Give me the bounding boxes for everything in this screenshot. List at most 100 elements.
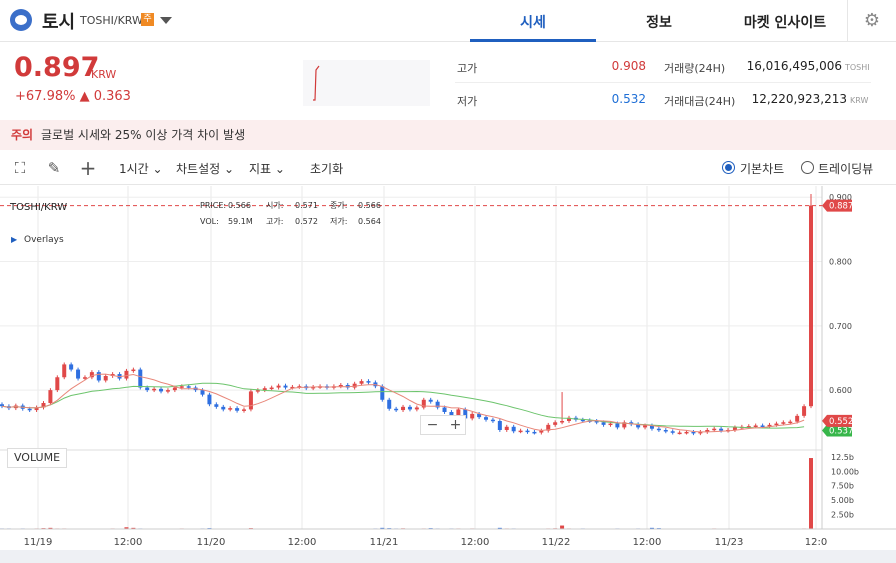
active-tab-indicator — [470, 39, 596, 42]
candle-body — [615, 423, 620, 428]
candle-body — [221, 406, 226, 410]
price-chart[interactable]: 11/19 12:00 11/20 12:00 11/21 12:00 11/22 12:00… — [0, 186, 896, 550]
gear-icon[interactable]: ⚙ — [847, 0, 896, 42]
amount-value: 12,220,923,213 — [751, 92, 847, 106]
tradingview-label[interactable]: 트레이딩뷰 — [818, 160, 873, 177]
candle-body — [269, 387, 274, 390]
candle-body — [684, 431, 689, 434]
amount-unit: KRW — [850, 96, 869, 105]
overlays-toggle[interactable]: Overlays — [24, 235, 64, 245]
candle-body — [242, 409, 247, 411]
candle-body — [27, 408, 32, 411]
candle-body — [677, 432, 682, 435]
warning-title: 주의 — [11, 128, 34, 142]
candle-body — [656, 428, 661, 431]
x-tick-label: 12:00 — [114, 537, 143, 548]
indicators-dropdown[interactable]: 지표 ⌄ — [249, 160, 285, 177]
volume-bar — [809, 458, 813, 529]
tradingview-radio[interactable] — [801, 161, 814, 174]
warning-banner: 주의 글로벌 시세와 25% 이상 가격 차이 발생 — [0, 120, 896, 150]
vol-label: VOL: — [200, 217, 219, 226]
chevron-down-icon: ⌄ — [274, 162, 285, 176]
candle-body — [200, 390, 205, 395]
candle-body — [670, 431, 675, 433]
pair-label: TOSHI/KRW — [80, 14, 143, 27]
chart-axes: 11/19 12:00 11/20 12:00 11/21 12:00 11/22 12:00… — [0, 186, 896, 548]
chevron-down-icon: ⌄ — [152, 162, 163, 176]
candle-body — [124, 370, 129, 379]
chart-toolbar: ⛶ ✎ + 1시간 ⌄ 차트설정 ⌄ 지표 ⌄ 초기화 기본차트 트레이딩뷰 — [0, 151, 896, 185]
price-unit: KRW — [91, 68, 117, 81]
close-label: 종가: — [330, 201, 347, 210]
y-tick-label: 0.700 — [829, 322, 852, 331]
coin-dropdown-icon[interactable] — [160, 17, 172, 24]
ma-fast-line — [1, 373, 805, 433]
amount-label: 거래대금(24H) — [664, 95, 736, 108]
candle-body — [407, 406, 412, 410]
candle-body — [179, 386, 184, 388]
low-label: 저가 — [457, 95, 478, 108]
ma-slow-tag: 0.5373 — [829, 426, 859, 436]
candle-body — [518, 430, 523, 433]
chevron-down-icon: ⌄ — [224, 162, 235, 176]
candle-body — [48, 390, 53, 403]
candle-body — [207, 394, 212, 405]
candle-body — [470, 413, 475, 419]
crosshair-icon[interactable]: + — [78, 158, 98, 178]
volume-tick-label: 7.50b — [831, 482, 854, 491]
vol-value: 59.1M — [228, 217, 253, 226]
open-value: 0.571 — [295, 201, 318, 210]
volume-bar — [560, 525, 565, 529]
candle-body — [781, 422, 786, 424]
price-value: 0.566 — [228, 201, 251, 210]
candle-body — [732, 427, 737, 430]
candle-body — [802, 406, 807, 416]
volume-bars — [0, 458, 813, 530]
interval-label: 1시간 — [119, 162, 149, 176]
candle-body — [152, 388, 157, 391]
tab-market-insight[interactable]: 마켓 인사이트 — [722, 12, 848, 32]
bottom-strip — [0, 550, 896, 563]
tab-info[interactable]: 정보 — [596, 12, 722, 32]
zoom-in-button[interactable]: + — [444, 416, 467, 434]
zoom-out-button[interactable]: − — [421, 416, 444, 434]
x-tick-label: 11/22 — [542, 537, 571, 548]
x-tick-label: 11/21 — [370, 537, 399, 548]
overlays-triangle-icon[interactable]: ▶ — [11, 235, 18, 244]
basic-chart-radio[interactable] — [722, 161, 735, 174]
candle-body — [380, 386, 385, 400]
candle-body — [366, 381, 371, 383]
pencil-icon[interactable]: ✎ — [44, 158, 64, 178]
x-tick-label: 12:00 — [288, 537, 317, 548]
top-header: 토시 TOSHI/KRW 주 시세 정보 마켓 인사이트 ⚙ — [0, 0, 896, 42]
chart-settings-label: 차트설정 — [176, 162, 221, 176]
zoom-control: − + — [420, 415, 466, 435]
chart-settings-dropdown[interactable]: 차트설정 ⌄ — [176, 160, 234, 177]
moving-averages — [1, 373, 805, 433]
high-value: 0.908 — [611, 59, 646, 73]
fullscreen-icon[interactable]: ⛶ — [10, 158, 30, 178]
candle-body — [214, 404, 219, 407]
volume-tick-label: 10.00b — [831, 467, 859, 476]
toshi-logo-icon — [10, 9, 32, 31]
candle-body — [719, 428, 724, 431]
candle-body — [235, 408, 240, 411]
x-tick-label: 11/20 — [197, 537, 226, 548]
candle-body — [62, 364, 67, 378]
candle-body — [172, 387, 177, 391]
low-label-chart: 저가: — [330, 217, 347, 226]
tab-price[interactable]: 시세 — [470, 12, 596, 32]
candle-body — [228, 408, 233, 410]
interval-dropdown[interactable]: 1시간 ⌄ — [119, 160, 163, 177]
warning-text: 글로벌 시세와 25% 이상 가격 차이 발생 — [41, 128, 246, 142]
candle-body — [497, 420, 502, 430]
stat-divider — [455, 82, 871, 83]
reset-button[interactable]: 초기화 — [310, 160, 343, 177]
basic-chart-label[interactable]: 기본차트 — [740, 160, 784, 177]
close-value: 0.566 — [358, 201, 381, 210]
candle-body — [76, 369, 81, 379]
y-tick-label: 0.800 — [829, 258, 852, 267]
candle-body — [809, 205, 813, 407]
candle-body — [131, 369, 136, 372]
candle-body — [504, 426, 509, 430]
